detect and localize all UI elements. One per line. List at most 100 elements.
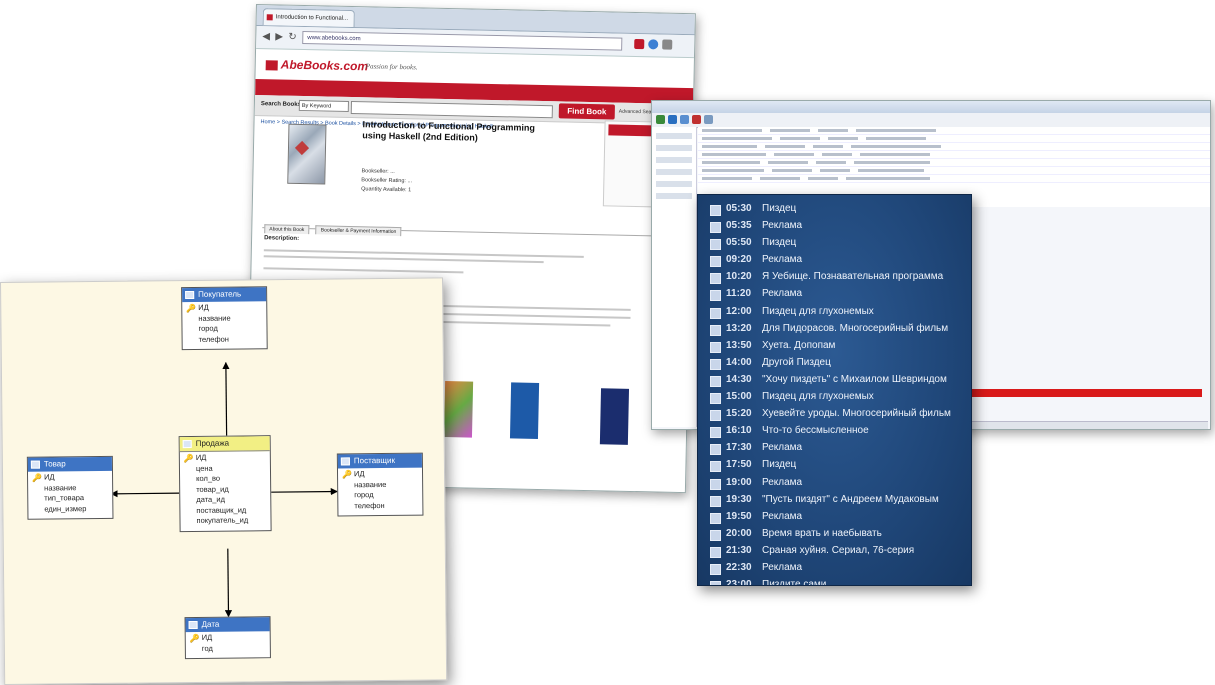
search-input[interactable] <box>350 101 553 119</box>
item-time: 05:30 <box>726 203 752 214</box>
list-item[interactable]: 13:50 Хуета. Допопам <box>698 338 971 355</box>
list-item[interactable]: 19:00 Реклама <box>698 475 971 492</box>
item-title: "Пусть пиздят" с Андреем Мудаковым <box>762 493 939 505</box>
checkbox-icon[interactable] <box>710 581 721 585</box>
list-item[interactable]: 09:20 Реклама <box>698 252 971 269</box>
list-item[interactable]: 17:30 Реклама <box>698 440 971 457</box>
list-item[interactable]: 23:00 Пиздите сами <box>698 577 971 585</box>
list-item[interactable]: 15:20 Хуевейте уроды. Многосерийный фильм <box>698 406 971 423</box>
related-book-thumbnail[interactable] <box>599 388 630 445</box>
forward-arrow-icon[interactable]: ▶ <box>275 31 283 42</box>
checkbox-icon[interactable] <box>710 324 721 336</box>
table-title: Дата <box>201 619 220 629</box>
search-type-select[interactable]: By Keyword <box>298 99 349 112</box>
table-prodazha[interactable]: Продажа 🔑 ИД цена кол_во товар_ид дата_ид… <box>178 435 272 532</box>
item-title: Хуета. Допопам <box>762 339 836 351</box>
checkbox-icon[interactable] <box>710 375 721 387</box>
table-row[interactable] <box>698 159 1210 167</box>
add-icon[interactable] <box>656 115 665 124</box>
list-item[interactable]: 20:00 Время врать и наебывать <box>698 526 971 543</box>
extension-icon[interactable] <box>634 38 645 50</box>
sidebar-item[interactable] <box>656 157 692 163</box>
checkbox-icon[interactable] <box>710 495 721 507</box>
checkbox-icon[interactable] <box>710 290 721 302</box>
reload-icon[interactable]: ↻ <box>288 32 297 43</box>
browser-tab-title: Introduction to Functional... <box>275 14 349 22</box>
sidebar-item[interactable] <box>656 181 692 187</box>
item-time: 16:10 <box>726 425 752 437</box>
checkbox-icon[interactable] <box>710 358 721 370</box>
related-book-thumbnail[interactable] <box>509 382 540 440</box>
list-item[interactable]: 21:30 Сраная хуйня. Сериал, 76-серия <box>698 543 971 560</box>
sidebar-item[interactable] <box>656 169 692 175</box>
item-time: 17:50 <box>726 459 752 471</box>
checkbox-icon[interactable] <box>710 205 721 216</box>
list-item[interactable]: 22:30 Реклама <box>698 560 971 577</box>
list-item[interactable]: 17:50 Пиздец <box>698 457 971 474</box>
wrench-icon[interactable] <box>662 39 673 50</box>
table-pokupatel[interactable]: Покупатель 🔑 ИД название город телефон <box>181 286 268 351</box>
address-bar[interactable]: www.abebooks.com <box>302 30 623 51</box>
list-item[interactable]: 16:10 Что-то бессмысленное <box>698 423 971 440</box>
pause-icon[interactable] <box>680 115 689 124</box>
abebooks-favicon-icon <box>266 14 273 21</box>
list-item[interactable]: 05:30 Пиздец <box>698 201 971 218</box>
list-item[interactable]: 05:35 Реклама <box>698 218 971 235</box>
tab-bookseller-info[interactable]: Bookseller & Payment Information <box>315 225 402 237</box>
checkbox-icon[interactable] <box>710 393 721 405</box>
table-row[interactable] <box>698 175 1210 183</box>
list-item[interactable]: 14:30 "Хочу пиздеть" с Михаилом Шевриндом <box>698 372 971 389</box>
item-time: 11:20 <box>726 288 752 300</box>
list-item[interactable]: 14:00 Другой Пиздец <box>698 355 971 372</box>
table-row[interactable] <box>698 135 1210 143</box>
list-item[interactable]: 19:30 "Пусть пиздят" с Андреем Мудаковым <box>698 492 971 509</box>
list-item[interactable]: 15:00 Пиздец для глухонемых <box>698 389 971 406</box>
browser-tab[interactable]: Introduction to Functional... <box>262 8 355 28</box>
checkbox-icon[interactable] <box>710 256 721 268</box>
list-item[interactable]: 05:50 Пиздец <box>698 235 971 252</box>
checkbox-icon[interactable] <box>710 273 721 285</box>
checkbox-icon[interactable] <box>710 563 721 575</box>
checkbox-icon[interactable] <box>710 461 721 473</box>
sidebar-item[interactable] <box>656 133 692 139</box>
abebooks-logo[interactable]: AbeBooks.com <box>265 57 368 73</box>
details-tabs: About this Book Bookseller & Payment Inf… <box>262 217 683 237</box>
sidebar-item[interactable] <box>656 193 692 199</box>
checkbox-icon[interactable] <box>710 444 721 456</box>
checkbox-icon[interactable] <box>710 546 721 558</box>
table-tovar[interactable]: Товар 🔑 ИД название тип_товара един_измер <box>26 455 114 520</box>
checkbox-icon[interactable] <box>710 239 721 251</box>
checkbox-icon[interactable] <box>710 222 721 234</box>
find-book-button[interactable]: Find Book <box>558 103 615 120</box>
list-item[interactable]: 12:00 Пиздец для глухонемых <box>698 304 971 321</box>
start-icon[interactable] <box>668 115 677 124</box>
field-row: един_измер <box>44 503 87 514</box>
extension-icon[interactable] <box>648 39 659 50</box>
table-data[interactable]: Дата 🔑 ИД год <box>184 616 271 660</box>
tab-about-book[interactable]: About this Book <box>264 224 310 235</box>
table-row[interactable] <box>698 127 1210 135</box>
checkbox-icon[interactable] <box>710 512 721 524</box>
checkbox-icon[interactable] <box>710 427 721 439</box>
list-item[interactable]: 13:20 Для Пидорасов. Многосерийный фильм <box>698 321 971 338</box>
table-row[interactable] <box>698 167 1210 175</box>
checkbox-icon[interactable] <box>710 410 721 422</box>
list-item[interactable]: 10:20 Я Уебище. Познавательная программа <box>698 269 971 286</box>
sidebar-item[interactable] <box>656 145 692 151</box>
table-icon <box>340 457 350 466</box>
related-book-thumbnail[interactable] <box>443 381 474 438</box>
checkbox-icon[interactable] <box>710 529 721 541</box>
table-row[interactable] <box>698 143 1210 151</box>
checkbox-icon[interactable] <box>710 341 721 353</box>
back-arrow-icon[interactable]: ◀ <box>262 31 270 42</box>
settings-icon[interactable] <box>704 115 713 124</box>
stop-icon[interactable] <box>692 115 701 124</box>
table-row[interactable] <box>698 151 1210 159</box>
item-title: Реклама <box>762 510 803 522</box>
checkbox-icon[interactable] <box>710 307 721 319</box>
relation-to-postavshik <box>269 487 338 496</box>
checkbox-icon[interactable] <box>710 478 721 490</box>
list-item[interactable]: 19:50 Реклама <box>698 509 971 526</box>
list-item[interactable]: 11:20 Реклама <box>698 286 971 303</box>
table-postavshik[interactable]: Поставщик 🔑 ИД название город телефон <box>336 452 424 517</box>
